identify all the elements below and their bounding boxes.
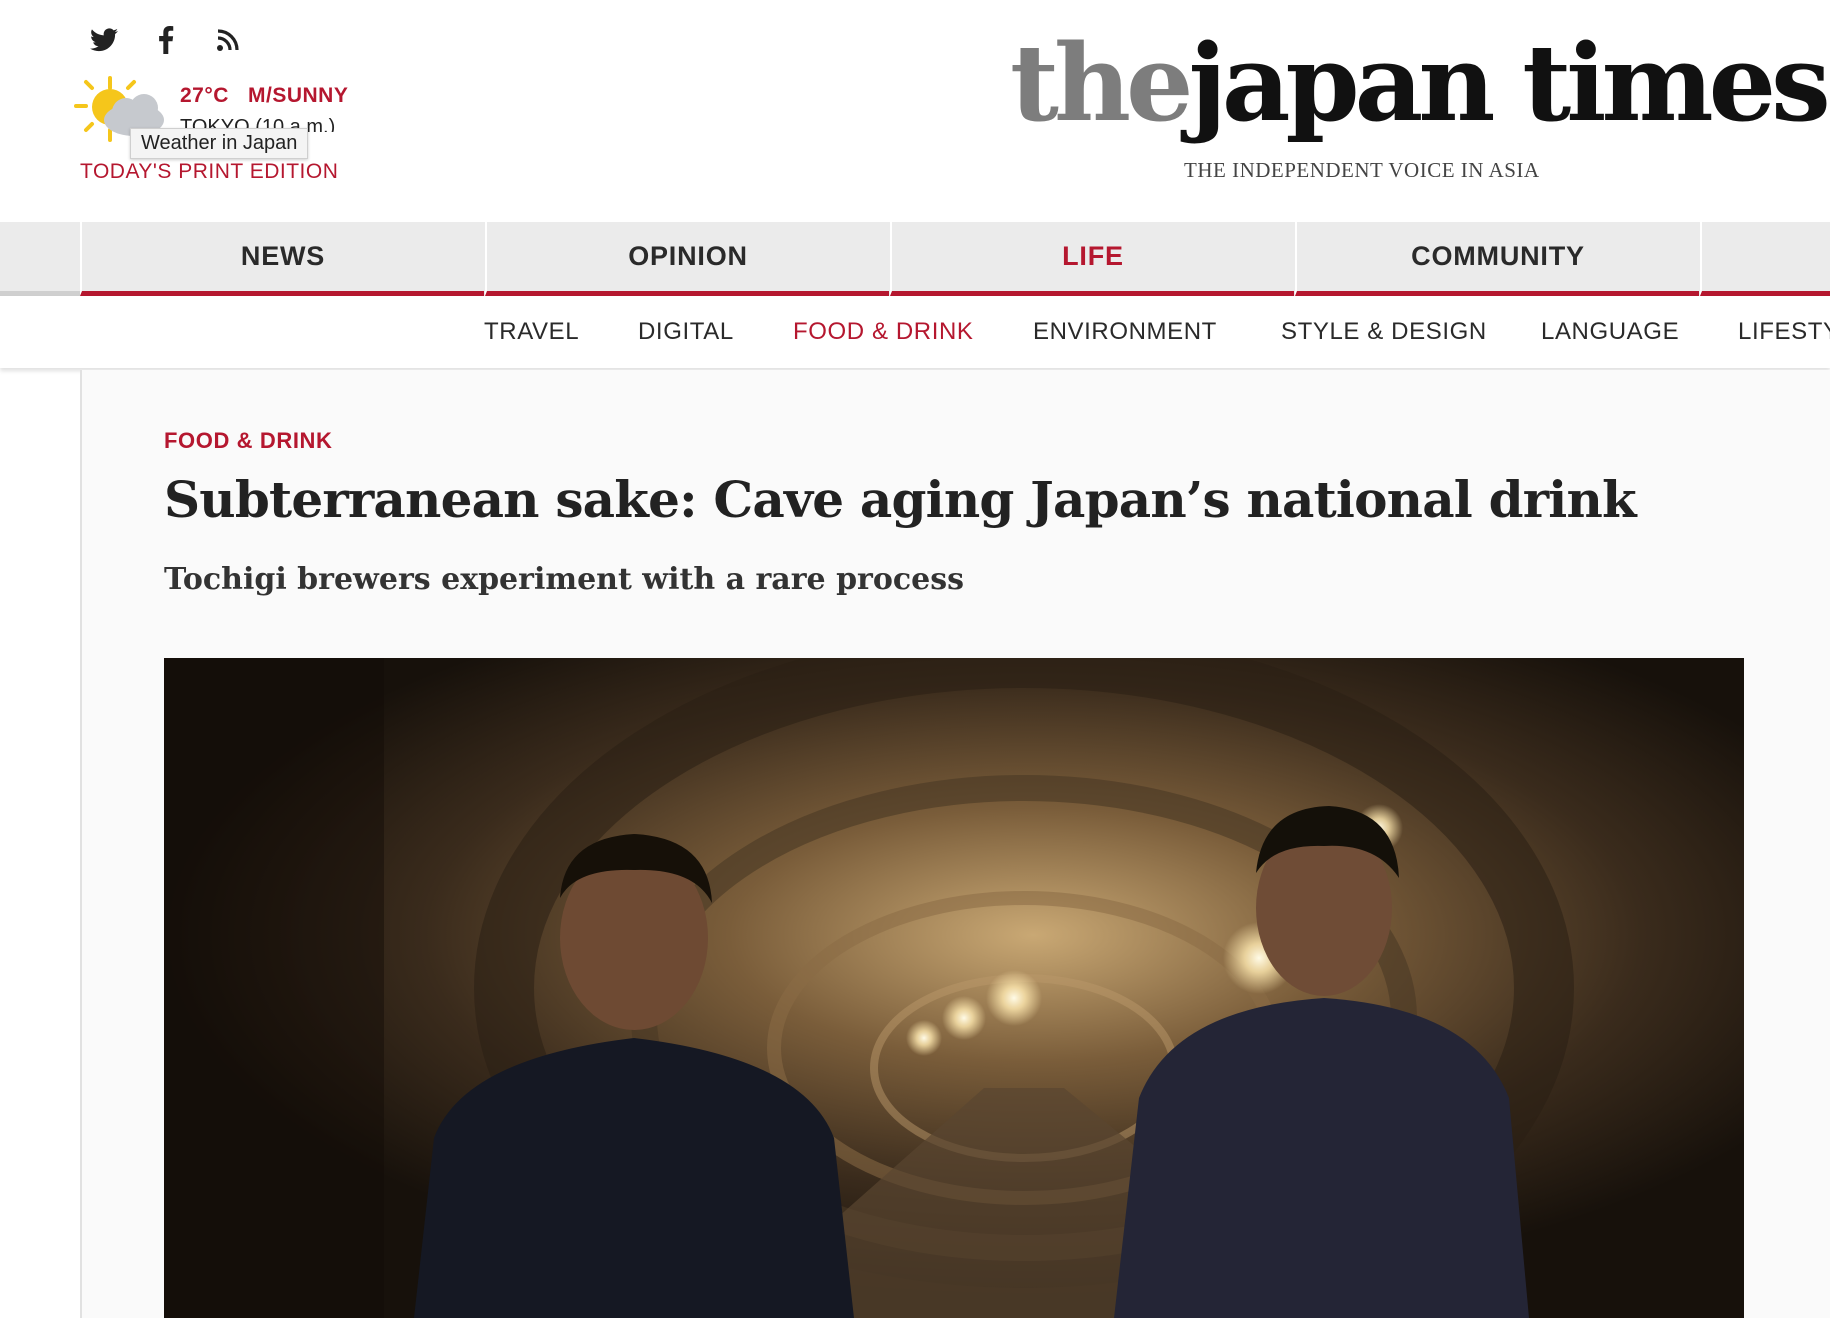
rss-icon[interactable] — [212, 24, 244, 56]
subnav-style-design[interactable]: STYLE & DESIGN — [1281, 318, 1487, 346]
article-area: FOOD & DRINK Subterranean sake: Cave agi… — [80, 370, 1830, 1318]
nav-item-community[interactable]: COMMUNITY — [1295, 222, 1699, 296]
site-tagline: THE INDEPENDENT VOICE IN ASIA — [1184, 158, 1540, 182]
subnav-lifestyle[interactable]: LIFESTY — [1738, 318, 1830, 346]
page: 27°C M/SUNNY TOKYO (10 a.m.) Weather in … — [0, 0, 1830, 1318]
nav-item-news[interactable]: NEWS — [80, 222, 484, 296]
primary-nav: NEWS OPINION LIFE COMMUNITY — [0, 222, 1830, 296]
weather-condition: M/SUNNY — [248, 84, 349, 107]
weather-tooltip: Weather in Japan — [130, 128, 309, 159]
nav-item-more[interactable] — [1700, 222, 1830, 296]
weather-widget[interactable]: 27°C M/SUNNY TOKYO (10 a.m.) Weather in … — [72, 74, 392, 194]
article-subheadline: Tochigi brewers experiment with a rare p… — [164, 562, 965, 597]
article-category[interactable]: FOOD & DRINK — [164, 428, 333, 454]
site-logo[interactable]: thejapan times — [1010, 30, 1830, 150]
subnav-language[interactable]: LANGUAGE — [1541, 318, 1679, 346]
social-links — [88, 24, 244, 56]
logo-japan-times: japan times — [1188, 20, 1830, 145]
print-edition-link[interactable]: TODAY'S PRINT EDITION — [80, 160, 338, 184]
secondary-nav: TRAVEL DIGITAL FOOD & DRINK ENVIRONMENT … — [0, 296, 1830, 368]
facebook-icon[interactable] — [150, 24, 182, 56]
nav-lead-spacer — [0, 222, 80, 296]
site-header: 27°C M/SUNNY TOKYO (10 a.m.) Weather in … — [0, 0, 1830, 222]
article-hero-image — [164, 658, 1744, 1318]
nav-item-opinion[interactable]: OPINION — [485, 222, 889, 296]
subnav-digital[interactable]: DIGITAL — [638, 318, 734, 346]
subnav-travel[interactable]: TRAVEL — [484, 318, 579, 346]
subnav-environment[interactable]: ENVIRONMENT — [1033, 318, 1217, 346]
logo-the: the — [1010, 20, 1193, 145]
nav-item-life[interactable]: LIFE — [890, 222, 1294, 296]
twitter-icon[interactable] — [88, 24, 120, 56]
temperature: 27°C — [180, 84, 229, 107]
article-headline: Subterranean sake: Cave aging Japan’s na… — [164, 470, 1637, 529]
subnav-food-drink[interactable]: FOOD & DRINK — [793, 318, 974, 346]
